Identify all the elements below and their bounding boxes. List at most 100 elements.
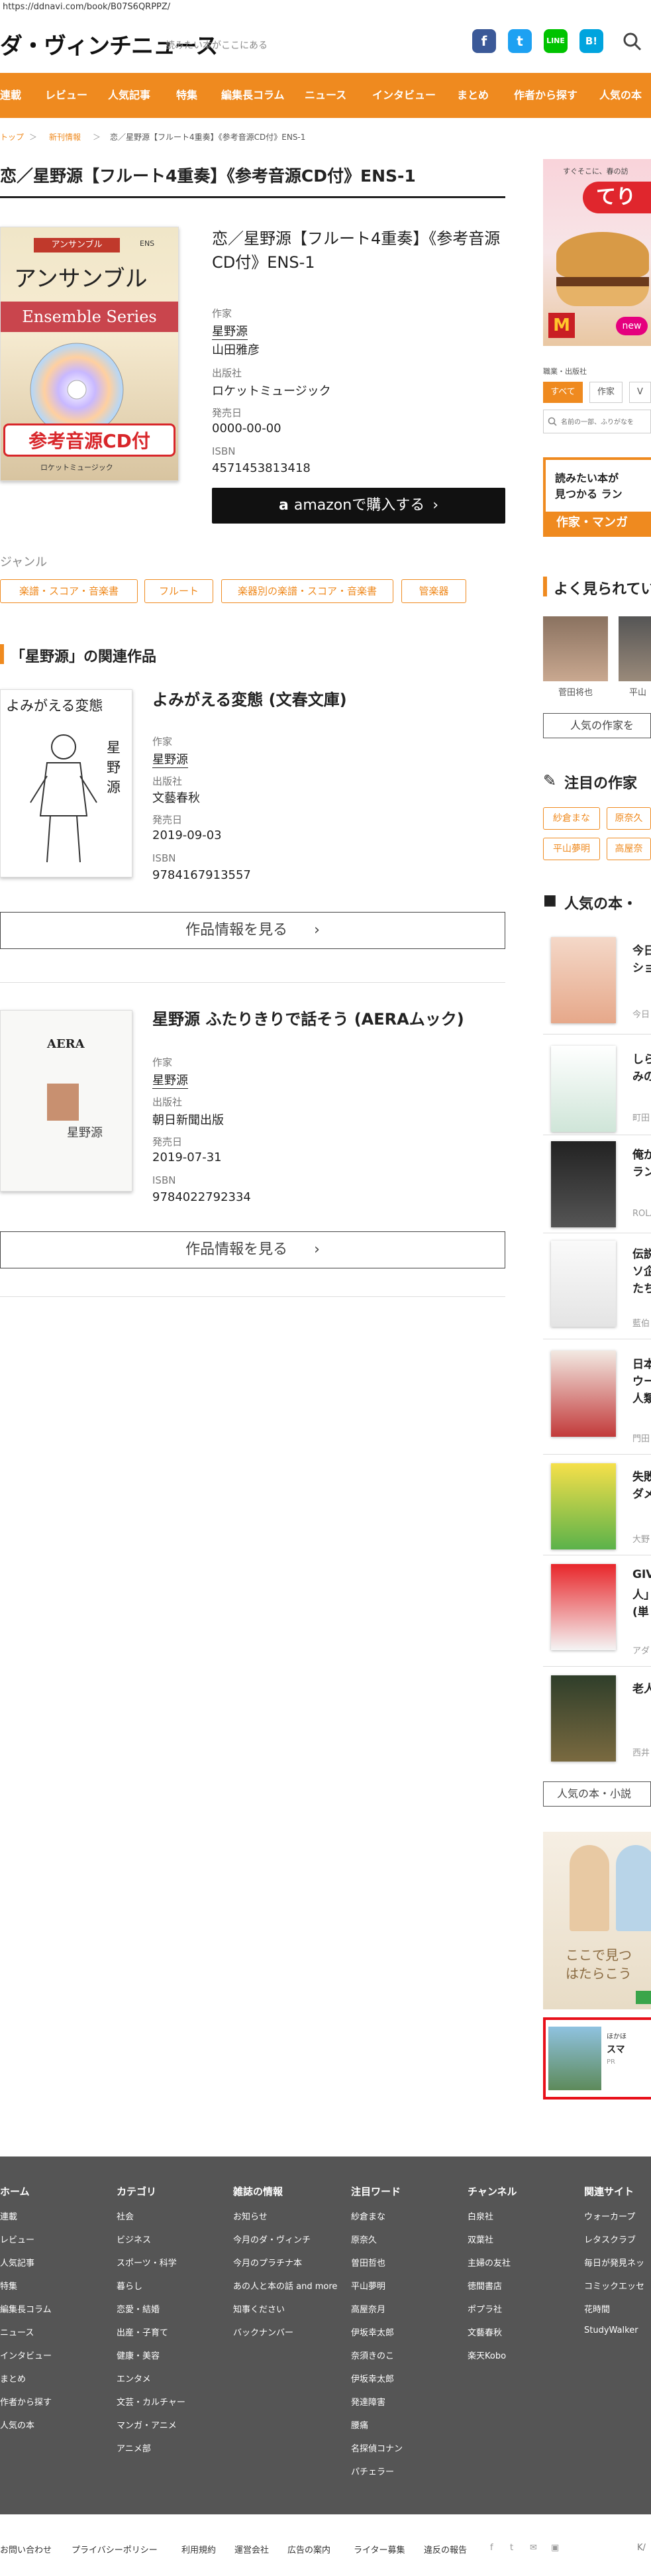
detail-button[interactable]: 作品情報を見る › xyxy=(0,1231,505,1268)
tab-all[interactable]: すべて xyxy=(543,382,583,403)
footer-link[interactable]: ビジネス xyxy=(117,2233,151,2245)
author-link[interactable]: 星野源 xyxy=(212,322,248,340)
footer-link[interactable]: マンガ・アニメ xyxy=(117,2418,177,2431)
footer-link[interactable]: インタビュー xyxy=(0,2349,52,2361)
footer-link[interactable]: 連載 xyxy=(0,2210,17,2222)
footer-heading-channel[interactable]: チャンネル xyxy=(468,2184,517,2198)
footer-link[interactable]: 人気の本 xyxy=(0,2418,34,2431)
ranking-title[interactable]: 日本 xyxy=(632,1355,651,1371)
ranking-title[interactable]: 老人 xyxy=(632,1679,651,1696)
breadcrumb-category[interactable]: 新刊情報 xyxy=(49,131,81,142)
footer-link[interactable]: 作者から探す xyxy=(0,2395,52,2408)
footer-link[interactable]: 楽天Kobo xyxy=(468,2349,506,2361)
footer-link[interactable]: ウォーカープ xyxy=(584,2210,635,2222)
ranking-title[interactable]: ラン xyxy=(632,1162,651,1179)
ranking-title[interactable]: みの xyxy=(632,1067,651,1084)
nav-serial[interactable]: 連載 xyxy=(0,73,21,118)
facebook-icon[interactable]: f xyxy=(472,29,496,53)
ranking-title[interactable]: ショ xyxy=(632,958,651,975)
footer-link[interactable]: 暮らし xyxy=(117,2279,142,2292)
ranking-more-button[interactable]: 人気の本・小説 xyxy=(543,1781,651,1807)
footer-facebook-icon[interactable]: f xyxy=(490,2543,493,2553)
footer-link[interactable]: 毎日が発見ネッ xyxy=(584,2256,644,2268)
footer-link-terms[interactable]: 利用規約 xyxy=(181,2543,216,2555)
ranking-title[interactable]: ウー xyxy=(632,1372,651,1388)
footer-link[interactable]: バックナンバー xyxy=(233,2325,293,2338)
sidebar-ad-job[interactable]: ここで見つ はたらこう xyxy=(543,1832,651,2009)
ranking-title[interactable]: 失敗 xyxy=(632,1467,651,1484)
footer-link[interactable]: 今月のダ・ヴィンチ xyxy=(233,2233,311,2245)
ranking-title[interactable]: 伝説 xyxy=(632,1245,651,1261)
nav-popular[interactable]: 人気記事 xyxy=(108,73,150,118)
footer-link[interactable]: お知らせ xyxy=(233,2210,268,2222)
author-link[interactable]: 星野源 xyxy=(152,750,188,768)
popular-authors-button[interactable]: 人気の作家を xyxy=(543,713,651,738)
ranking-title[interactable]: GIV xyxy=(632,1568,651,1581)
footer-mail-icon[interactable]: ✉ xyxy=(530,2543,537,2553)
footer-link-writer[interactable]: ライター募集 xyxy=(354,2543,405,2555)
footer-link[interactable]: ポプラ社 xyxy=(468,2302,502,2315)
ranking-title[interactable]: 人」 xyxy=(632,1585,651,1602)
footer-link[interactable]: 文藝春秋 xyxy=(468,2325,502,2338)
ranking-banner[interactable]: 読みたい本が 見つかる ラン 作家・マンガ xyxy=(543,457,651,537)
footer-link[interactable]: 平山夢明 xyxy=(351,2279,385,2292)
ranking-title[interactable]: しら xyxy=(632,1050,651,1066)
ranking-title[interactable]: たち xyxy=(632,1279,651,1296)
footer-heading-related-sites[interactable]: 関連サイト xyxy=(584,2184,634,2198)
ranking-thumb[interactable] xyxy=(551,1141,616,1227)
ranking-title[interactable]: 俺が xyxy=(632,1145,651,1162)
hatena-icon[interactable]: B! xyxy=(579,29,603,53)
footer-link[interactable]: コミックエッセ xyxy=(584,2279,644,2292)
footer-link[interactable]: 徳間書店 xyxy=(468,2279,502,2292)
footer-link[interactable]: 白泉社 xyxy=(468,2210,493,2222)
footer-link[interactable]: 今月のプラチナ本 xyxy=(233,2256,302,2268)
ranking-title[interactable]: (単 xyxy=(632,1602,649,1619)
ranking-title[interactable]: ダメ xyxy=(632,1484,651,1501)
genre-tag[interactable]: 楽譜・スコア・音楽書 xyxy=(0,579,138,603)
ranking-thumb[interactable] xyxy=(551,1463,616,1549)
sidebar-ad-mcdonalds[interactable]: すぐそこに、春の訪 てり M new xyxy=(543,159,651,346)
footer-link[interactable]: 人気記事 xyxy=(0,2256,34,2268)
tab-author[interactable]: 作家 xyxy=(589,382,623,403)
tab-more[interactable]: V xyxy=(629,382,651,403)
related-cover[interactable]: よみがえる変態 星野源 xyxy=(0,689,132,877)
footer-heading-magazine[interactable]: 雑誌の情報 xyxy=(233,2184,283,2198)
footer-link-ads[interactable]: 広告の案内 xyxy=(287,2543,330,2555)
footer-link[interactable]: 高屋奈月 xyxy=(351,2302,385,2315)
genre-tag[interactable]: フルート xyxy=(144,579,213,603)
featured-tag[interactable]: 紗倉まな xyxy=(543,807,600,830)
featured-tag[interactable]: 原奈久 xyxy=(607,807,651,830)
nav-popular-books[interactable]: 人気の本 xyxy=(599,73,642,118)
ranking-title[interactable]: 今日 xyxy=(632,941,651,958)
sidebar-ad-smartphone[interactable]: ほかほ スマ PR xyxy=(543,2017,651,2100)
footer-link[interactable]: スポーツ・科学 xyxy=(117,2256,177,2268)
twitter-icon[interactable]: t xyxy=(508,29,532,53)
ranking-title[interactable]: 人類 xyxy=(632,1389,651,1406)
footer-link-report[interactable]: 違反の報告 xyxy=(424,2543,467,2555)
author-name[interactable]: 菅田将也 xyxy=(543,685,608,698)
footer-heading-category[interactable]: カテゴリ xyxy=(117,2184,156,2198)
footer-link[interactable]: 主婦の友社 xyxy=(468,2256,511,2268)
ranking-title[interactable]: ソ企 xyxy=(632,1262,651,1278)
footer-link[interactable]: 曽田哲也 xyxy=(351,2256,385,2268)
featured-tag[interactable]: 平山夢明 xyxy=(543,838,600,860)
footer-link[interactable]: 発達障害 xyxy=(351,2395,385,2408)
genre-tag[interactable]: 楽器別の楽譜・スコア・音楽書 xyxy=(221,579,393,603)
nav-news[interactable]: ニュース xyxy=(305,73,346,118)
footer-link[interactable]: 編集長コラム xyxy=(0,2302,52,2315)
footer-heading-keywords[interactable]: 注目ワード xyxy=(351,2184,401,2198)
breadcrumb-home[interactable]: トップ xyxy=(0,131,24,142)
footer-link[interactable]: あの人と本の話 and more xyxy=(233,2279,337,2292)
footer-link[interactable]: 健康・美容 xyxy=(117,2349,160,2361)
footer-link[interactable]: 腰痛 xyxy=(351,2418,368,2431)
search-icon[interactable] xyxy=(623,32,642,52)
author-photo[interactable] xyxy=(619,616,651,681)
genre-tag[interactable]: 管楽器 xyxy=(401,579,466,603)
footer-link[interactable]: 双葉社 xyxy=(468,2233,493,2245)
footer-link[interactable]: 特集 xyxy=(0,2279,17,2292)
footer-link[interactable]: 恋愛・結婚 xyxy=(117,2302,160,2315)
featured-tag[interactable]: 高屋奈 xyxy=(607,838,651,860)
footer-link[interactable]: 文芸・カルチャー xyxy=(117,2395,185,2408)
footer-link[interactable]: アニメ部 xyxy=(117,2441,151,2454)
nav-editor-column[interactable]: 編集長コラム xyxy=(221,73,285,118)
